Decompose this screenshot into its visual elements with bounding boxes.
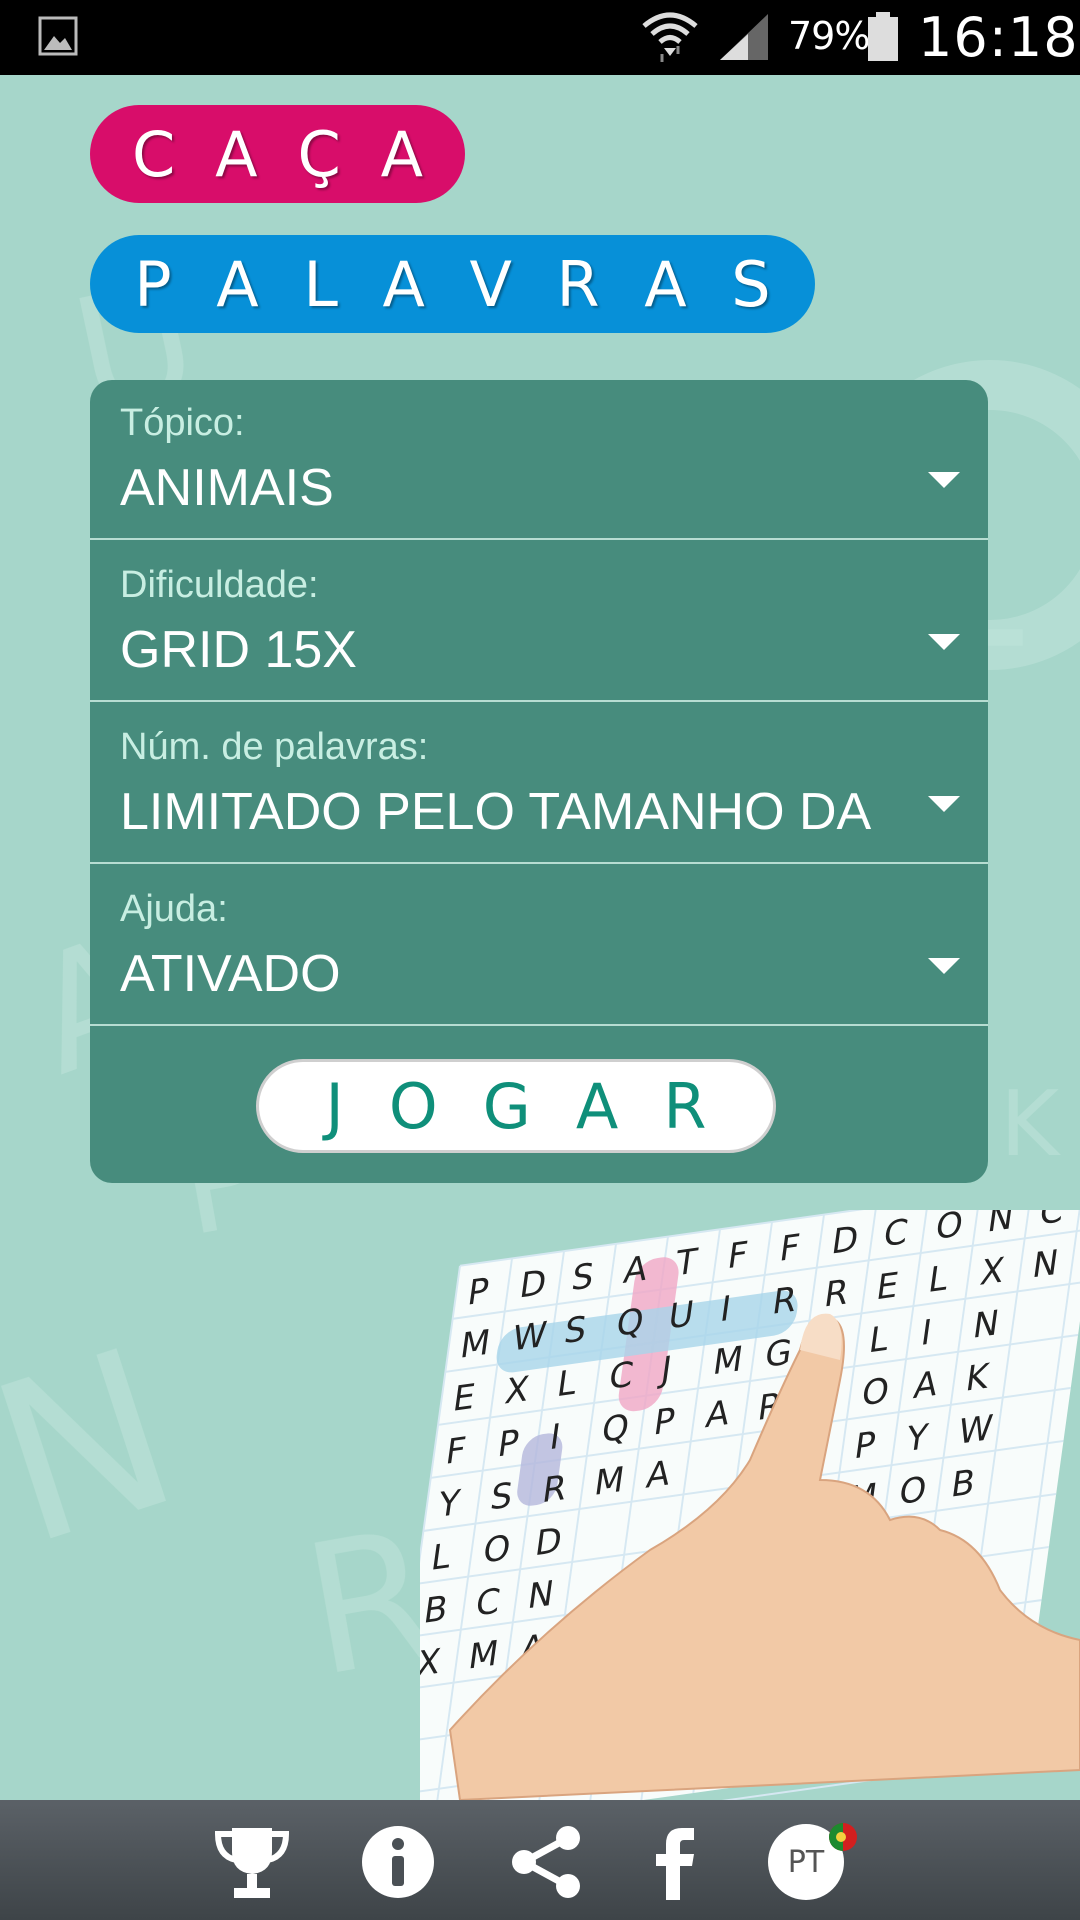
title-letter: P	[134, 247, 172, 321]
title-letter: R	[556, 247, 600, 321]
settings-panel: Tópico: ANIMAIS Dificuldade: GRID 15X Nú…	[90, 380, 988, 1183]
dropdown-arrow-icon[interactable]	[928, 634, 960, 650]
trophy-icon[interactable]	[212, 1822, 292, 1902]
battery-icon	[868, 12, 898, 61]
difficulty-select[interactable]: Dificuldade: GRID 15X	[90, 542, 988, 702]
help-label: Ajuda:	[120, 888, 228, 930]
title-caca: C A Ç A	[90, 105, 465, 203]
title-letter: A	[215, 117, 258, 191]
dropdown-arrow-icon[interactable]	[928, 958, 960, 974]
bottom-bar: PT	[0, 1800, 1080, 1920]
play-letter: A	[575, 1069, 619, 1143]
grid-letter: W	[510, 1315, 549, 1360]
grid-letter: M	[711, 1339, 746, 1383]
title-letter: A	[380, 117, 424, 191]
share-icon[interactable]	[506, 1822, 586, 1902]
battery-percent: 79%	[788, 14, 870, 58]
play-letter: R	[663, 1069, 707, 1143]
title-palavras: P A L A V R A S	[90, 235, 815, 333]
help-select[interactable]: Ajuda: ATIVADO	[90, 866, 988, 1026]
play-letter: O	[388, 1069, 438, 1143]
facebook-icon[interactable]	[636, 1822, 716, 1902]
topic-select[interactable]: Tópico: ANIMAIS	[90, 380, 988, 540]
dropdown-arrow-icon[interactable]	[928, 796, 960, 812]
grid-letter: W	[956, 1408, 995, 1453]
title-letter: A	[644, 247, 687, 321]
difficulty-label: Dificuldade:	[120, 564, 319, 606]
portugal-flag-icon	[829, 1823, 857, 1851]
grid-letter: M	[466, 1634, 501, 1678]
title-letter: Ç	[297, 117, 341, 191]
grid-letter: M	[592, 1460, 627, 1504]
title-letter: A	[382, 247, 425, 321]
topic-label: Tópico:	[120, 402, 245, 444]
title-letter: C	[131, 117, 176, 191]
difficulty-value: GRID 15X	[120, 621, 357, 679]
info-icon[interactable]	[358, 1822, 438, 1902]
help-value: ATIVADO	[120, 945, 341, 1003]
grid-letter: M	[458, 1323, 493, 1367]
play-letter: J	[325, 1069, 344, 1143]
word-count-select[interactable]: Núm. de palavras: LIMITADO PELO TAMANHO …	[90, 704, 988, 864]
wifi-icon	[642, 12, 698, 62]
svg-text:N: N	[0, 1300, 203, 1594]
language-code: PT	[787, 1844, 825, 1880]
status-time: 16:18	[918, 6, 1079, 69]
play-button[interactable]: J O G A R	[256, 1059, 776, 1153]
svg-text:K: K	[1000, 1072, 1061, 1177]
topic-value: ANIMAIS	[120, 459, 334, 517]
word-count-value: LIMITADO PELO TAMANHO DA	[120, 783, 872, 841]
status-bar: 79% 16:18	[0, 0, 1080, 75]
dropdown-arrow-icon[interactable]	[928, 472, 960, 488]
title-letter: L	[303, 247, 338, 321]
signal-icon	[720, 14, 768, 60]
word-count-label: Núm. de palavras:	[120, 726, 429, 768]
title-letter: V	[469, 247, 512, 321]
gallery-icon	[38, 16, 78, 56]
title-letter: A	[216, 247, 259, 321]
title-letter: S	[731, 247, 771, 321]
word-grid-illustration: PDSATFFDCONCMWSQUIRRELXNEXLCJMGOLINFPIQP…	[420, 1210, 1080, 1800]
play-letter: G	[482, 1069, 531, 1143]
